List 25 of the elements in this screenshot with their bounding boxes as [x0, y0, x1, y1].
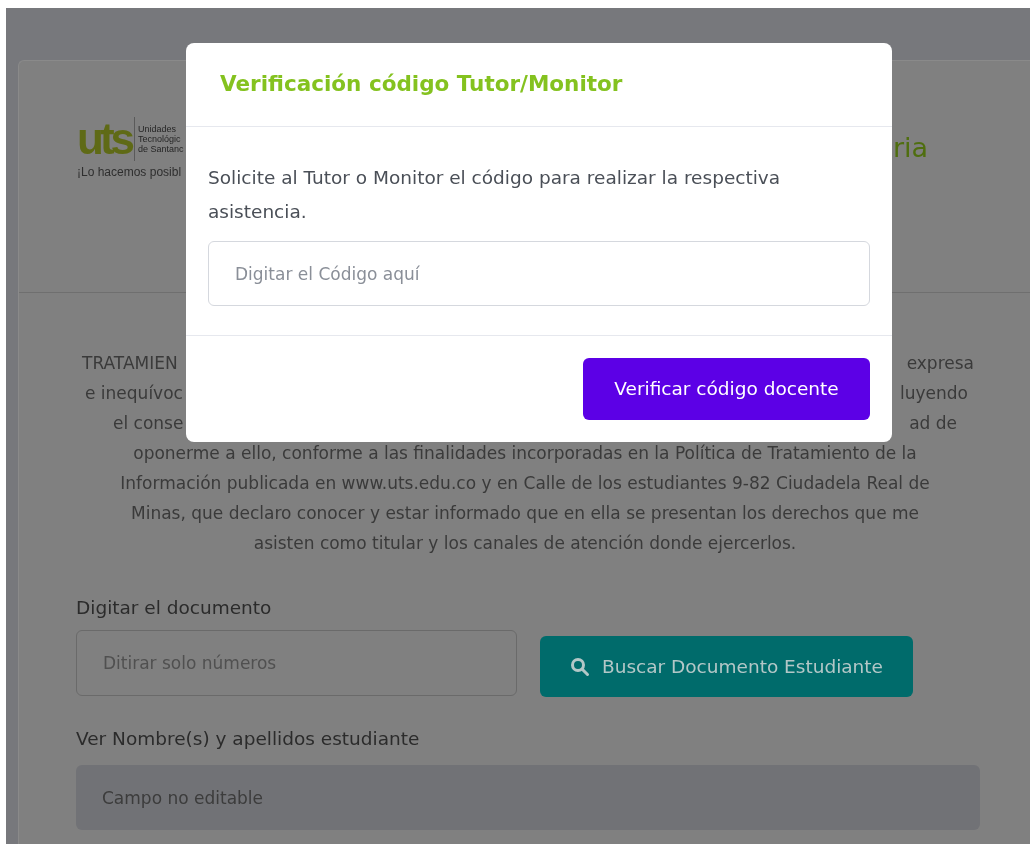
field-label: Ver Nombre(s) y apellidos estudiante [76, 727, 421, 751]
logo-text: de Santanc [138, 144, 184, 154]
notice-text: el conse [113, 412, 184, 435]
code-input[interactable]: Digitar el Código aquí [208, 241, 870, 306]
notice-text: Información publicada en www.uts.edu.co y en Calle de los estudiantes 9-82 Ciudadela Real de [120, 472, 930, 495]
notice-text: Minas, que declaro conocer y estar informado que en ella se presentan los derechos que me [131, 502, 919, 525]
verify-button[interactable]: Verificar código docente [583, 358, 870, 420]
dialog-message: Solicite al Tutor o Monitor el código para realizar la respectiva asistencia. [208, 166, 782, 224]
page-title: ria [893, 131, 929, 165]
slogan: ¡Lo hacemos posibl [77, 164, 183, 181]
notice-text: oponerme a ello, conforme a las finalidades incorporadas en la Política de Tratamiento de la [133, 442, 917, 465]
name-input: Campo no editable [76, 765, 980, 830]
notice-text: TRATAMIEN [82, 352, 178, 375]
notice-text: asisten como titular y los canales de atención donde ejercerlos. [253, 532, 797, 555]
notice-text: expresa [906, 352, 974, 375]
logo-text: Tecnológic [138, 134, 182, 144]
logo-mark: uts [77, 119, 131, 159]
dialog-title: Verificación código Tutor/Monitor [220, 70, 623, 99]
notice-text: e inequívoc [85, 382, 183, 405]
search-button[interactable]: Buscar Documento Estudiante [540, 636, 913, 697]
notice-text: luyendo [900, 382, 968, 405]
notice-text: ad de [909, 412, 957, 435]
field-label: Digitar el documento [76, 596, 273, 620]
logo-text: Unidades [138, 124, 178, 134]
search-icon [570, 656, 590, 677]
